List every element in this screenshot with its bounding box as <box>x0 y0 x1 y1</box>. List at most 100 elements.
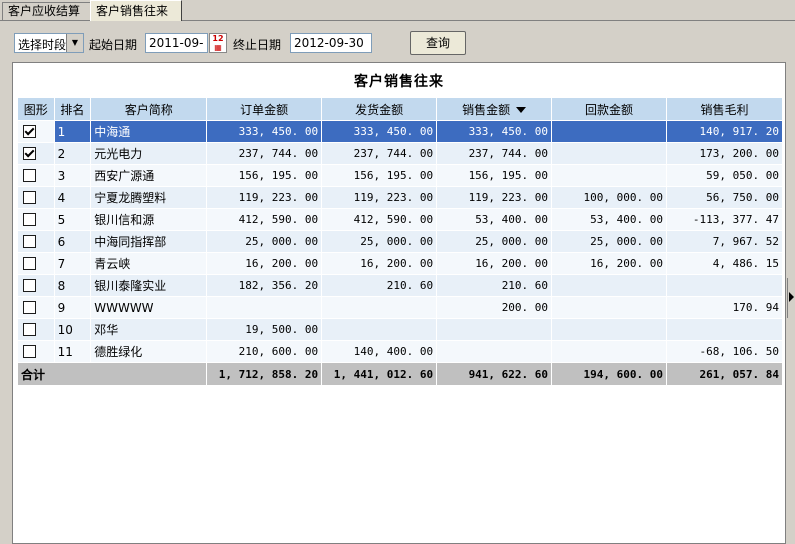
chart-checkbox[interactable] <box>23 147 36 161</box>
shipment-amount-cell: 412, 590. 00 <box>321 208 438 231</box>
total-order-amount: 1, 712, 858. 20 <box>206 362 323 386</box>
rank-cell: 4 <box>53 186 92 209</box>
start-date-input[interactable] <box>145 33 208 53</box>
gross-profit-cell: 140, 917. 20 <box>666 120 783 143</box>
chart-checkbox[interactable] <box>23 235 36 249</box>
customer-name-cell: 青云峡 <box>90 252 208 275</box>
shipment-amount-cell: 16, 200. 00 <box>321 252 438 275</box>
payment-amount-cell <box>551 296 667 319</box>
side-splitter[interactable] <box>787 278 795 318</box>
sales-amount-cell: 156, 195. 00 <box>436 164 553 187</box>
order-amount-cell: 182, 356. 20 <box>206 274 323 297</box>
chevron-down-icon[interactable]: ▼ <box>66 34 83 52</box>
period-select[interactable]: 选择时段 ▼ <box>14 33 84 53</box>
gross-profit-cell: -68, 106. 50 <box>666 340 783 363</box>
sales-amount-cell: 119, 223. 00 <box>436 186 553 209</box>
chart-checkbox[interactable] <box>23 191 36 205</box>
rank-cell: 3 <box>53 164 92 187</box>
gross-profit-cell: 56, 750. 00 <box>666 186 783 209</box>
table-row[interactable]: 10 邓华 19, 500. 00 <box>17 318 783 341</box>
sales-amount-cell: 25, 000. 00 <box>436 230 553 253</box>
rank-cell: 6 <box>53 230 92 253</box>
column-header-customer[interactable]: 客户简称 <box>90 97 208 121</box>
table-row[interactable]: 2 元光电力 237, 744. 00 237, 744. 00 237, 744. 0… <box>17 142 783 165</box>
column-header-payment-amount[interactable]: 回款金额 <box>551 97 667 121</box>
table-row[interactable]: 6 中海同指挥部 25, 000. 00 25, 000. 00 25, 000. 00… <box>17 230 783 253</box>
customer-name-cell: WWWWW <box>90 296 208 319</box>
gross-profit-cell: 7, 967. 52 <box>666 230 783 253</box>
filter-toolbar: 选择时段 ▼ 起始日期 12▦ 终止日期 查询 <box>0 21 795 61</box>
table-row[interactable]: 5 银川信和源 412, 590. 00 412, 590. 00 53, 400. 0… <box>17 208 783 231</box>
calendar-icon[interactable]: 12 ▦ <box>209 33 227 53</box>
customer-name-cell: 中海同指挥部 <box>90 230 208 253</box>
chart-toggle-cell <box>17 164 55 187</box>
end-date-label: 终止日期 <box>233 38 282 52</box>
table-row[interactable]: 9 WWWWW 200. 00 170. 94 <box>17 296 783 319</box>
total-gross-profit: 261, 057. 84 <box>666 362 783 386</box>
payment-amount-cell <box>551 164 667 187</box>
table-row[interactable]: 1 中海通 333, 450. 00 333, 450. 00 333, 450. 00… <box>17 120 783 143</box>
tab-bar: 客户应收结算 客户销售往来 <box>0 0 795 21</box>
customer-name-cell: 中海通 <box>90 120 208 143</box>
sales-amount-cell: 333, 450. 00 <box>436 120 553 143</box>
table-row[interactable]: 3 西安广源通 156, 195. 00 156, 195. 00 156, 195. … <box>17 164 783 187</box>
chart-checkbox[interactable] <box>23 169 36 183</box>
tab-customer-sales-transactions[interactable]: 客户销售往来 <box>90 0 182 21</box>
shipment-amount-cell: 237, 744. 00 <box>321 142 438 165</box>
payment-amount-cell <box>551 274 667 297</box>
shipment-amount-cell: 156, 195. 00 <box>321 164 438 187</box>
table-row[interactable]: 11 德胜绿化 210, 600. 00 140, 400. 00 -68, 106. … <box>17 340 783 363</box>
chart-toggle-cell <box>17 186 55 209</box>
chart-checkbox[interactable] <box>23 125 36 139</box>
gross-profit-cell: 4, 486. 15 <box>666 252 783 275</box>
chart-checkbox[interactable] <box>23 257 36 271</box>
end-date-input[interactable] <box>290 33 372 53</box>
column-header-shipment-amount[interactable]: 发货金额 <box>321 97 438 121</box>
payment-amount-cell <box>551 142 667 165</box>
chart-checkbox[interactable] <box>23 323 36 337</box>
table-row[interactable]: 7 青云峡 16, 200. 00 16, 200. 00 16, 200. 00 16,… <box>17 252 783 275</box>
tab-customer-receivable-settlement[interactable]: 客户应收结算 <box>2 2 95 20</box>
chart-checkbox[interactable] <box>23 279 36 293</box>
column-header-order-amount[interactable]: 订单金额 <box>206 97 323 121</box>
table-row[interactable]: 8 银川泰隆实业 182, 356. 20 210. 60 210. 60 <box>17 274 783 297</box>
chevron-right-icon <box>789 292 794 302</box>
chart-toggle-cell <box>17 120 55 143</box>
shipment-amount-cell: 210. 60 <box>321 274 438 297</box>
sales-table: 图形 排名 客户简称 订单金额 发货金额 销售金额 回款金额 销售毛利 1 中海通… <box>16 97 783 386</box>
report-title: 客户销售往来 <box>354 74 444 90</box>
payment-amount-cell: 16, 200. 00 <box>551 252 667 275</box>
column-header-rank[interactable]: 排名 <box>53 97 92 121</box>
table-header-row: 图形 排名 客户简称 订单金额 发货金额 销售金额 回款金额 销售毛利 <box>17 97 783 121</box>
order-amount-cell: 25, 000. 00 <box>206 230 323 253</box>
chart-toggle-cell <box>17 252 55 275</box>
gross-profit-cell: 59, 050. 00 <box>666 164 783 187</box>
query-button[interactable]: 查询 <box>410 31 466 55</box>
shipment-amount-cell <box>321 296 438 319</box>
payment-amount-cell <box>551 120 667 143</box>
start-date-label: 起始日期 <box>89 38 138 52</box>
column-header-sales-amount[interactable]: 销售金额 <box>436 97 553 121</box>
rank-cell: 5 <box>53 208 92 231</box>
sales-amount-cell: 53, 400. 00 <box>436 208 553 231</box>
sales-amount-cell: 16, 200. 00 <box>436 252 553 275</box>
sales-amount-cell: 237, 744. 00 <box>436 142 553 165</box>
payment-amount-cell <box>551 318 667 341</box>
order-amount-cell: 16, 200. 00 <box>206 252 323 275</box>
total-payment-amount: 194, 600. 00 <box>551 362 667 386</box>
table-row[interactable]: 4 宁夏龙腾塑料 119, 223. 00 119, 223. 00 119, 223.… <box>17 186 783 209</box>
order-amount-cell: 333, 450. 00 <box>206 120 323 143</box>
column-header-gross-profit[interactable]: 销售毛利 <box>666 97 783 121</box>
rank-cell: 1 <box>53 120 92 143</box>
chart-toggle-cell <box>17 318 55 341</box>
chart-checkbox[interactable] <box>23 213 36 227</box>
order-amount-cell: 237, 744. 00 <box>206 142 323 165</box>
shipment-amount-cell: 333, 450. 00 <box>321 120 438 143</box>
chart-checkbox[interactable] <box>23 301 36 315</box>
payment-amount-cell <box>551 340 667 363</box>
customer-name-cell: 德胜绿化 <box>90 340 208 363</box>
column-header-chart[interactable]: 图形 <box>17 97 55 121</box>
chart-checkbox[interactable] <box>23 345 36 359</box>
chart-toggle-cell <box>17 208 55 231</box>
total-label: 合计 <box>16 362 208 386</box>
